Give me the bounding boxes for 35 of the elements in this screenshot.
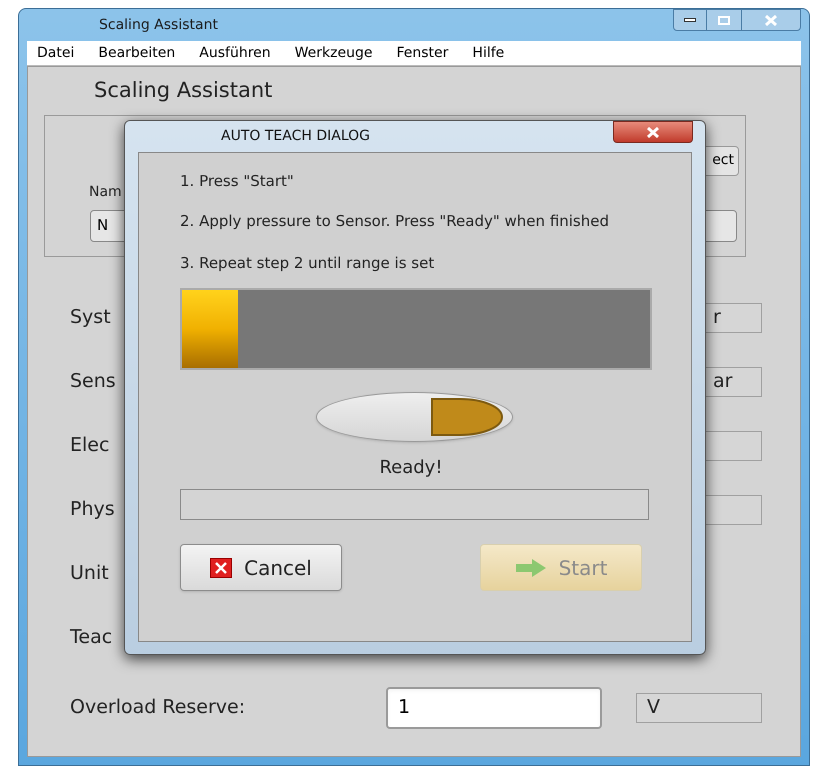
close-button[interactable] [613, 121, 693, 143]
close-icon [210, 558, 232, 578]
name-label: Nam [89, 182, 122, 202]
minimize-icon [684, 18, 696, 22]
maximize-icon [718, 16, 730, 24]
menu-item[interactable]: Datei [37, 42, 74, 64]
status-text: Ready! [379, 456, 443, 480]
step-text: 2. Apply pressure to Sensor. Press "Ready" when finished [180, 211, 610, 232]
close-button[interactable] [741, 9, 801, 31]
maximize-button[interactable] [707, 9, 741, 31]
close-icon [646, 126, 660, 138]
menu-item[interactable]: Bearbeiten [98, 42, 176, 64]
close-icon [764, 14, 778, 26]
field-label: Elec [70, 433, 110, 458]
field-label: Unit [70, 561, 109, 586]
page-heading: Scaling Assistant [94, 77, 274, 104]
field-label: Phys [70, 497, 115, 522]
step-text: 3. Repeat step 2 until range is set [180, 253, 436, 274]
field-label: Sens [70, 369, 116, 394]
dialog-title: AUTO TEACH DIALOG [221, 127, 370, 146]
menu-item[interactable]: Ausführen [199, 42, 271, 64]
unit-box: V [636, 692, 762, 722]
menu-item[interactable]: Werkzeuge [294, 42, 372, 64]
field-label: Overload Reserve: [70, 695, 246, 720]
minimize-button[interactable] [673, 9, 707, 31]
field-label: Teac [70, 625, 112, 650]
cancel-button[interactable]: Cancel [180, 544, 342, 591]
menu-item[interactable]: Hilfe [472, 42, 504, 64]
step-text: 1. Press "Start" [180, 171, 295, 192]
arrow-right-icon [514, 558, 547, 578]
input-field[interactable]: 1 [386, 686, 602, 728]
toggle-knob-icon [430, 397, 504, 437]
window-title: Scaling Assistant [99, 16, 218, 34]
field-label: Syst [70, 305, 111, 330]
menu-item[interactable]: Fenster [396, 42, 448, 64]
